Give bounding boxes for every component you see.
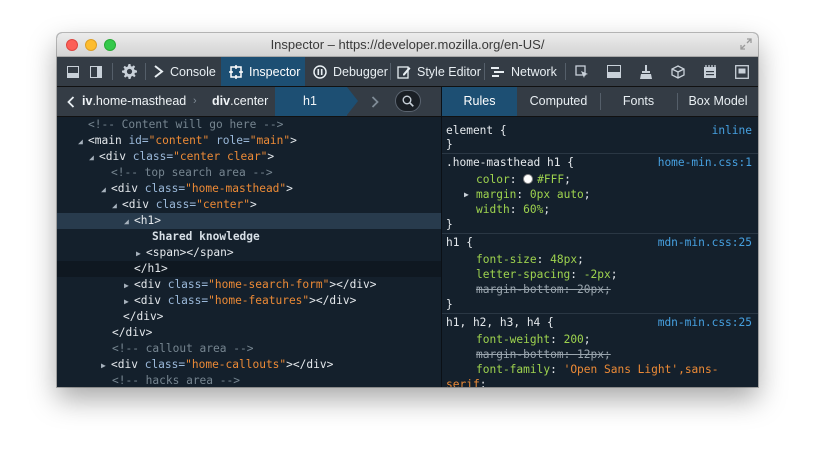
twisty-icon[interactable]: ▶ <box>136 246 146 262</box>
rule-declaration[interactable]: font-size: 48px; <box>442 252 758 267</box>
rule-close: } <box>446 298 453 311</box>
search-button[interactable] <box>395 90 421 112</box>
title-bar: Inspector – https://developer.mozilla.or… <box>57 33 758 57</box>
twisty-icon[interactable]: ◢ <box>124 214 134 230</box>
rules-list: element {inline } .home-masthead h1 {hom… <box>442 117 758 387</box>
breadcrumb-item-masthead[interactable]: iv.home-masthead <box>82 87 186 116</box>
tab-style-editor[interactable]: Style Editor <box>395 57 489 86</box>
rule-close: } <box>446 138 453 151</box>
scratchpad-icon[interactable] <box>700 57 720 86</box>
color-swatch[interactable] <box>523 174 534 184</box>
dock-side-icon[interactable] <box>88 57 104 86</box>
rule-selector[interactable]: h1, h2, h3, h4 {mdn-min.css:25 <box>442 315 758 330</box>
paintbrush-icon[interactable] <box>636 57 656 86</box>
rule-declaration-continued: serif; <box>446 378 487 387</box>
rule-source-link[interactable]: mdn-min.css:25 <box>658 315 752 330</box>
rule-selector[interactable]: element {inline <box>442 123 758 138</box>
markup-row[interactable]: <!-- hacks area --> <box>57 373 496 387</box>
breadcrumb-item-h1[interactable]: h1 <box>275 87 358 116</box>
responsive-mode-icon[interactable] <box>732 57 752 86</box>
breadcrumb: iv.home-masthead › div.center h1 <box>57 87 441 117</box>
rule-selector[interactable]: .home-masthead h1 {home-min.css:1 <box>442 155 758 170</box>
twisty-icon[interactable]: ◢ <box>112 198 122 214</box>
expand-triangle-icon[interactable]: ▶ <box>464 187 469 202</box>
twisty-icon[interactable]: ▶ <box>101 358 111 374</box>
style-editor-icon <box>397 65 411 79</box>
network-icon <box>491 66 505 78</box>
rule-source-link[interactable]: mdn-min.css:25 <box>658 235 752 250</box>
chevron-right-icon[interactable] <box>367 87 383 116</box>
rule-declaration[interactable]: color: #FFF; <box>442 172 758 187</box>
tab-network-label: Network <box>511 64 557 79</box>
markup-row[interactable]: ◢ <div class="center"> <box>57 197 496 213</box>
rule-close: } <box>446 218 453 231</box>
rule-declaration[interactable]: font-weight: 200; <box>442 332 758 347</box>
fullscreen-icon[interactable] <box>740 38 752 50</box>
tab-inspector-label: Inspector <box>249 64 301 79</box>
rule-declaration[interactable]: ▶ margin: 0px auto; <box>442 187 758 202</box>
tab-network[interactable]: Network <box>489 57 567 86</box>
tab-rules[interactable]: Rules <box>442 87 517 116</box>
twisty-icon[interactable]: ▶ <box>124 278 134 294</box>
twisty-icon[interactable]: ◢ <box>89 150 99 166</box>
tab-debugger[interactable]: Debugger <box>309 57 393 86</box>
markup-row[interactable]: </div> <box>57 309 507 325</box>
debugger-icon <box>313 64 327 79</box>
split-console-icon[interactable] <box>604 57 624 86</box>
3d-view-icon[interactable] <box>668 57 688 86</box>
rule-selector[interactable]: h1 {mdn-min.css:25 <box>442 235 758 250</box>
inspector-icon <box>229 64 243 79</box>
rule-declaration[interactable]: letter-spacing: -2px; <box>442 267 758 282</box>
sidebar-tabs: Rules Computed Fonts Box Model <box>442 87 758 117</box>
rule-declaration[interactable]: width: 60%; <box>442 202 758 217</box>
markup-row[interactable]: <!-- top search area --> <box>57 165 495 181</box>
rules-sidebar: Rules Computed Fonts Box Model element {… <box>442 87 758 387</box>
markup-panel: iv.home-masthead › div.center h1 <!-- Co… <box>57 87 518 387</box>
rule-source-link[interactable]: home-min.css:1 <box>658 155 752 170</box>
dock-bottom-icon[interactable] <box>65 57 81 86</box>
tab-fonts[interactable]: Fonts <box>601 87 676 116</box>
markup-row[interactable]: ◢ <div class="center clear"> <box>57 149 473 165</box>
rule-declaration-overridden[interactable]: margin-bottom: 20px; <box>442 282 758 297</box>
search-icon <box>402 95 414 107</box>
markup-row[interactable]: <!-- callout area --> <box>57 341 496 357</box>
breadcrumb-item-h1-label: h1 <box>303 94 317 108</box>
markup-row[interactable]: <!-- Content will go here --> <box>57 117 472 133</box>
markup-row[interactable]: ◢ <main id="content" role="main"> <box>57 133 462 149</box>
tab-style-editor-label: Style Editor <box>417 64 481 79</box>
tab-inspector[interactable]: Inspector <box>221 57 305 86</box>
rule-declaration[interactable]: font-family: 'Open Sans Light',sans- <box>442 362 758 377</box>
pick-element-icon[interactable] <box>572 57 592 86</box>
tab-debugger-label: Debugger <box>333 64 388 79</box>
tab-console-label: Console <box>170 64 216 79</box>
tab-console[interactable]: Console <box>147 57 225 86</box>
tab-computed[interactable]: Computed <box>518 87 599 116</box>
breadcrumb-separator: › <box>193 95 197 107</box>
tab-box-model[interactable]: Box Model <box>678 87 758 116</box>
markup-row[interactable]: </div> <box>57 325 496 341</box>
window-title: Inspector – https://developer.mozilla.or… <box>270 37 545 52</box>
twisty-icon[interactable]: ◢ <box>78 134 88 150</box>
markup-tree: <!-- Content will go here --> ◢ <main id=… <box>57 117 518 387</box>
rule-declaration-overridden[interactable]: margin-bottom: 12px; <box>442 347 758 362</box>
markup-row[interactable]: ▶ <div class="home-callouts"></div> <box>57 357 485 373</box>
twisty-icon[interactable]: ▶ <box>124 294 134 310</box>
markup-row[interactable]: ◢ <div class="home-masthead"> <box>57 181 485 197</box>
devtools-window: Inspector – https://developer.mozilla.or… <box>57 33 758 387</box>
breadcrumb-item-center[interactable]: div.center <box>212 87 268 116</box>
chevron-left-icon[interactable] <box>63 87 79 116</box>
console-icon <box>153 65 164 78</box>
rule-source-link[interactable]: inline <box>712 123 752 138</box>
devtools-toolbar: Console Inspector Debugger Style Editor … <box>57 57 758 87</box>
gear-icon[interactable] <box>119 57 139 86</box>
twisty-icon[interactable]: ◢ <box>101 182 111 198</box>
